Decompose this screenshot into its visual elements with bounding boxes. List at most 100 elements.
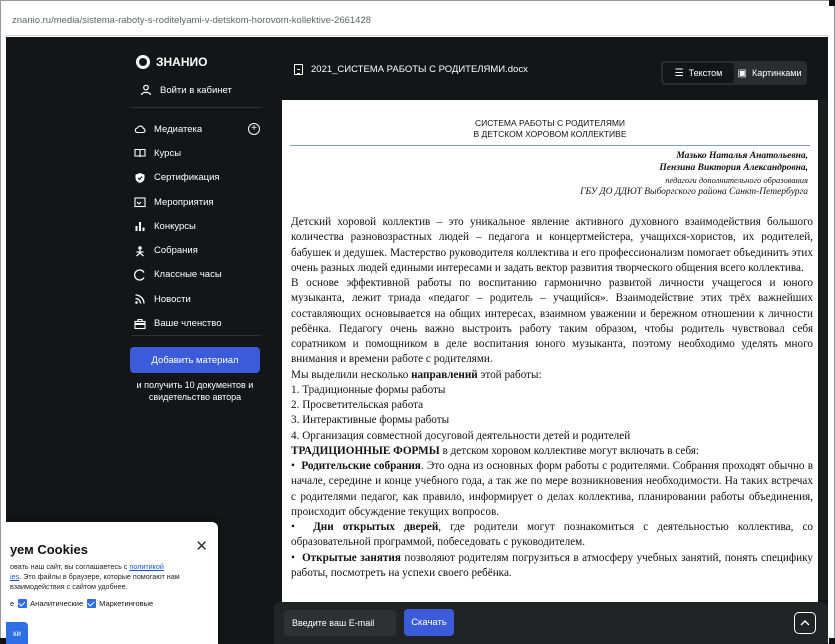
sidebar-item-contests[interactable]: Конкурсы [134, 214, 264, 238]
view-mode-toggle: ☰ Текстом ▣ Картинками [661, 61, 807, 85]
cloud-icon [134, 125, 146, 134]
text-bold: направлений [411, 368, 478, 381]
sidebar-item-meetings[interactable]: Собрания [134, 238, 264, 262]
cookie-popup: уем Cookies ✕ овать наш сайт, вы соглаша… [6, 522, 218, 644]
cookie-text-part: овать наш сайт, вы соглашаетесь с [10, 562, 130, 571]
sidebar-item-events[interactable]: Мероприятия [134, 190, 264, 214]
login-link[interactable]: Войти в кабинет [140, 84, 232, 96]
author-org: ГБУ ДО ДДЮТ Выборгского района Санкт-Пет… [580, 187, 808, 197]
sidebar-menu: Медиатека + Курсы Сертификация Мероприят… [134, 117, 264, 336]
sidebar: ЗНАНИО Войти в кабинет Медиатека + Курсы… [6, 37, 274, 644]
author-name: Мазько Наталья Анатольевна, [676, 151, 808, 161]
document-filename: 2021_СИСТЕМА РАБОТЫ С РОДИТЕЛЯМИ.docx [311, 64, 528, 75]
cookie-accept-button[interactable]: ки [6, 622, 28, 644]
text-span: Мы выделили несколько [291, 368, 412, 381]
download-button[interactable]: Скачать [404, 609, 454, 636]
bullet-item: • Открытые занятия позволяют родителям п… [291, 551, 813, 579]
text-bold: Открытые занятия [301, 551, 401, 564]
scrollbar[interactable] [819, 100, 828, 600]
list-item: 4. Организация совместной досуговой деят… [291, 429, 631, 442]
bullet-item: • Родительские собрания. Это одна из осн… [291, 460, 814, 518]
text-span: этой работы: [477, 368, 542, 381]
sidebar-item-mediateka[interactable]: Медиатека + [134, 117, 264, 141]
clock-icon [134, 269, 145, 281]
app: ЗНАНИО Войти в кабинет Медиатека + Курсы… [6, 37, 828, 644]
sidebar-item-label: Медиатека [154, 123, 203, 135]
paragraph: В основе эффективной работы по воспитани… [291, 277, 813, 366]
lines-icon: ☰ [674, 67, 684, 79]
sidebar-item-courses[interactable]: Курсы [134, 141, 264, 165]
analytics-checkbox[interactable] [18, 599, 28, 608]
add-circle-icon[interactable]: + [248, 123, 260, 135]
meeting-icon [136, 245, 144, 257]
logo[interactable]: ЗНАНИО [136, 55, 207, 69]
text-bold: Дни открытых дверей [313, 521, 439, 533]
view-images-button[interactable]: ▣ Картинками [734, 63, 805, 83]
chevron-up-icon[interactable] [794, 612, 816, 634]
list-item: 1. Традиционные формы работы [291, 383, 446, 396]
sidebar-item-label: Сертификация [154, 172, 220, 184]
view-text-label: Текстом [688, 68, 723, 78]
list-item: 3. Интерактивные формы работы [291, 414, 450, 427]
authors-block: Мазько Наталья Анатольевна, Пензина Викт… [580, 150, 808, 198]
sidebar-item-label: Собрания [154, 245, 198, 257]
logo-text: ЗНАНИО [156, 55, 208, 69]
chart-icon [135, 222, 145, 232]
email-input[interactable] [284, 610, 396, 636]
add-material-button[interactable]: Добавить материал [130, 347, 260, 373]
shield-icon [135, 172, 145, 183]
cookie-check-prefix: е [10, 599, 15, 608]
login-label: Войти в кабинет [160, 84, 232, 96]
marketing-checkbox[interactable] [87, 599, 97, 608]
bullet-item: • Дни открытых дверей, где родители могу… [291, 521, 814, 549]
document-name: 2021_СИСТЕМА РАБОТЫ С РОДИТЕЛЯМИ.docx [294, 64, 528, 75]
text-bold: ТРАДИЦИОННЫЕ ФОРМЫ [291, 444, 440, 457]
close-icon[interactable]: ✕ [195, 537, 208, 555]
cookie-policy-link[interactable]: ies [10, 572, 19, 581]
document-title: СИСТЕМА РАБОТЫ С РОДИТЕЛЯМИ В ДЕТСКОМ ХО… [282, 118, 818, 140]
address-bar[interactable]: znanio.ru/media/sistema-raboty-s-roditel… [6, 6, 828, 36]
marketing-label: Маркетинговые [99, 599, 154, 608]
view-images-label: Картинками [751, 68, 802, 78]
frame-corner [829, 638, 835, 644]
image-icon: ▣ [737, 67, 747, 79]
file-icon [294, 64, 303, 75]
view-text-button[interactable]: ☰ Текстом [663, 63, 734, 83]
sidebar-item-label: Курсы [154, 147, 182, 159]
document-title-line: СИСТЕМА РАБОТЫ С РОДИТЕЛЯМИ [474, 118, 626, 128]
frame-corner [829, 0, 835, 6]
sidebar-item-label: Новости [154, 293, 191, 305]
text-bold: Родительские собрания [301, 460, 421, 472]
text-span: в детском хоровом коллективе могут включ… [439, 444, 700, 457]
sidebar-item-label: Мероприятия [154, 196, 214, 208]
sidebar-item-label: Конкурсы [154, 220, 196, 232]
cookie-policy-link[interactable]: политикой [129, 562, 164, 571]
cookie-title: уем Cookies [10, 542, 88, 557]
document-body: Детский хоровой коллектив – это уникальн… [291, 215, 813, 581]
cookie-text-part: . Это файлы в браузере, которые помогают… [10, 572, 180, 591]
sidebar-item-membership[interactable]: Ваше членство [134, 311, 264, 335]
paragraph: Детский хоровой коллектив – это уникальн… [291, 216, 813, 274]
membership-icon [134, 318, 146, 329]
sidebar-item-certification[interactable]: Сертификация [134, 166, 264, 190]
divider [131, 107, 261, 108]
document-page: СИСТЕМА РАБОТЫ С РОДИТЕЛЯМИ В ДЕТСКОМ ХО… [282, 100, 818, 644]
sidebar-item-label: Классные часы [154, 269, 222, 281]
sidebar-item-news[interactable]: Новости [134, 287, 264, 311]
title-rule [290, 145, 810, 146]
cookie-checkboxes: е Аналитические Маркетинговые [10, 599, 153, 608]
divider [131, 335, 261, 336]
chevron-up-icon [800, 620, 810, 626]
paragraph: Мы выделили несколько направлений этой р… [291, 368, 813, 383]
list-item: 2. Просветительская работа [291, 399, 424, 411]
add-material-note: и получить 10 документов и свидетельство… [136, 380, 254, 402]
paragraph: ТРАДИЦИОННЫЕ ФОРМЫ в детском хоровом кол… [291, 444, 813, 459]
sidebar-item-class-hours[interactable]: Классные часы [134, 263, 264, 287]
cookie-text: овать наш сайт, вы соглашаетесь с полити… [10, 562, 210, 592]
book-icon [134, 149, 146, 158]
author-role: педагоги дополнительного образования [665, 175, 808, 185]
event-icon [134, 197, 146, 208]
logo-icon [136, 55, 150, 69]
author-name: Пензина Виктория Александровна, [659, 163, 808, 173]
url-text[interactable]: znanio.ru/media/sistema-raboty-s-roditel… [12, 15, 371, 26]
